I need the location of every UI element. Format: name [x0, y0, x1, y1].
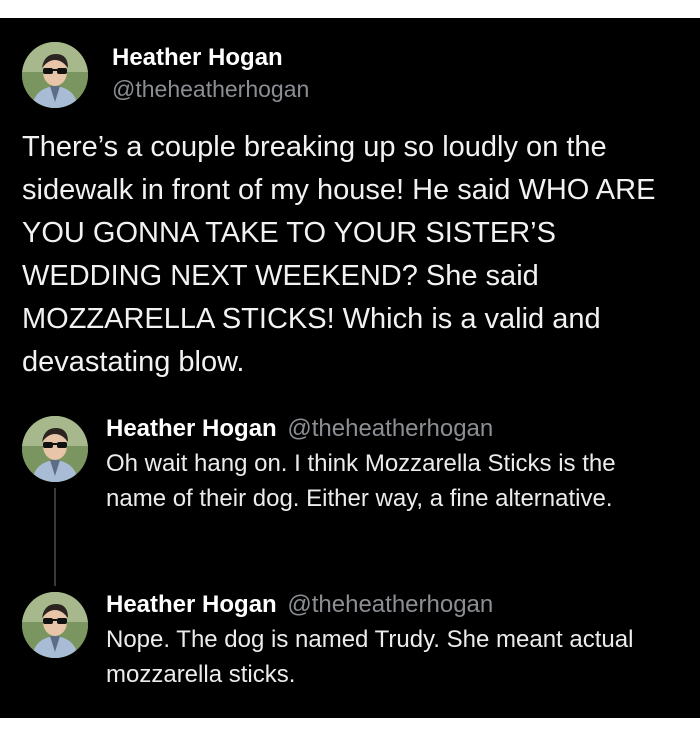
author-name[interactable]: Heather Hogan: [112, 44, 283, 72]
avatar[interactable]: [22, 416, 88, 482]
reply-tweet[interactable]: Heather Hogan @theheatherhogan Nope. The…: [106, 588, 681, 692]
author-handle[interactable]: @theheatherhogan: [112, 76, 309, 103]
profile-photo-icon: [22, 592, 88, 658]
reply-header: Heather Hogan @theheatherhogan: [106, 588, 681, 622]
author-handle[interactable]: @theheatherhogan: [287, 591, 493, 618]
reply-text: Nope. The dog is named Trudy. She meant …: [106, 626, 634, 688]
reply-tweet[interactable]: Heather Hogan @theheatherhogan Oh wait h…: [106, 412, 681, 516]
avatar[interactable]: [22, 42, 88, 108]
avatar[interactable]: [22, 592, 88, 658]
author-name[interactable]: Heather Hogan: [106, 591, 277, 618]
thread-connector-line: [54, 488, 56, 586]
tweet-text: There’s a couple breaking up so loudly o…: [22, 131, 656, 378]
tweet-thread: Heather Hogan @theheatherhogan There’s a…: [0, 18, 700, 718]
author-handle[interactable]: @theheatherhogan: [287, 415, 493, 442]
profile-photo-icon: [22, 416, 88, 482]
reply-header: Heather Hogan @theheatherhogan: [106, 412, 681, 446]
reply-text: Oh wait hang on. I think Mozzarella Stic…: [106, 450, 616, 512]
author-name[interactable]: Heather Hogan: [106, 415, 277, 442]
profile-photo-icon: [22, 42, 88, 108]
